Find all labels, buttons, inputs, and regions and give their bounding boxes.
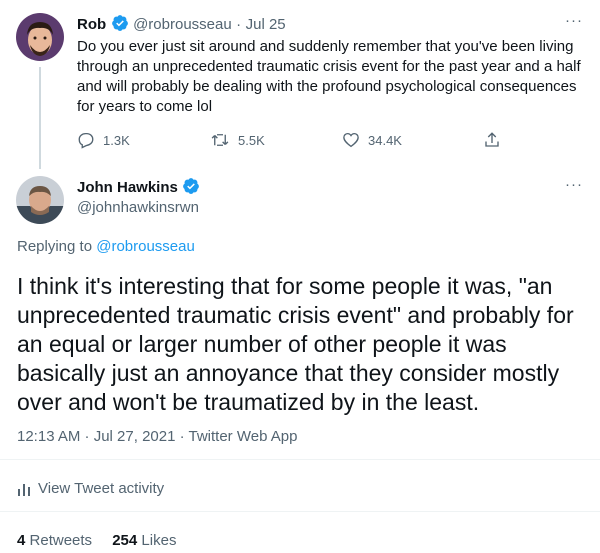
thread-connector <box>39 67 41 169</box>
reply-icon <box>78 132 94 149</box>
retweet-count: 5.5K <box>238 132 265 148</box>
more-options-icon[interactable]: ··· <box>565 12 583 29</box>
reply-count: 1.3K <box>103 132 130 148</box>
parent-tweet[interactable]: Rob @robrousseau · Jul 25 ··· Do you eve… <box>0 0 600 160</box>
tweet-text: Do you ever just sit around and suddenly… <box>77 37 587 117</box>
heart-icon <box>343 132 359 148</box>
tweet-text-line: I think it's interesting that for some p… <box>17 273 553 299</box>
view-tweet-activity-label: View Tweet activity <box>38 480 165 497</box>
tweet-timestamp[interactable]: 12:13 AM · Jul 27, 2021 · Twitter Web Ap… <box>17 428 297 445</box>
main-tweet: John Hawkins @johnhawkinsrwn ··· Replyin… <box>0 160 600 553</box>
retweets-stat[interactable]: 4 Retweets <box>17 532 96 549</box>
tweet-text-line: over and won't be traumatized by in the … <box>17 389 480 415</box>
author-name[interactable]: Rob <box>77 16 106 33</box>
tweet-text-line: Do you ever just sit around and suddenly… <box>77 38 574 55</box>
retweet-button[interactable]: 5.5K <box>210 131 265 149</box>
author-handle[interactable]: @johnhawkinsrwn <box>77 199 199 216</box>
dot-separator: · <box>236 16 242 33</box>
tweet-text-line: for years to come lol <box>77 98 213 115</box>
reply-button[interactable]: 1.3K <box>77 131 130 149</box>
likes-count: 254 <box>112 532 138 549</box>
tweet-text-line: basically just an annoyance that they co… <box>17 360 560 386</box>
avatar[interactable] <box>16 176 64 224</box>
tweet-text-line: an equal or larger number of other peopl… <box>17 331 507 357</box>
likes-stat[interactable]: 254 Likes <box>112 532 176 549</box>
analytics-icon <box>18 483 30 496</box>
replying-to-handle[interactable]: @robrousseau <box>96 238 195 255</box>
divider <box>0 511 600 512</box>
avatar[interactable] <box>16 13 64 61</box>
view-tweet-activity-button[interactable]: View Tweet activity <box>17 480 164 497</box>
author-name[interactable]: John Hawkins <box>77 179 178 196</box>
like-button[interactable]: 34.4K <box>342 131 402 149</box>
retweets-count: 4 <box>17 532 26 549</box>
like-count: 34.4K <box>368 132 402 148</box>
tweet-text-line: and will probably be dealing with the pr… <box>77 78 577 95</box>
tweet-text: I think it's interesting that for some p… <box>17 272 592 417</box>
divider <box>0 459 600 460</box>
verified-badge-icon <box>182 177 200 200</box>
retweets-label: Retweets <box>29 532 93 549</box>
replying-to: Replying to @robrousseau <box>17 238 195 255</box>
share-button[interactable] <box>483 130 501 150</box>
author-handle[interactable]: @robrousseau <box>133 16 232 33</box>
more-options-icon[interactable]: ··· <box>565 176 583 193</box>
replying-to-label: Replying to <box>17 238 93 255</box>
share-icon <box>485 132 499 147</box>
retweet-icon <box>211 134 229 146</box>
tweet-date[interactable]: Jul 25 <box>246 16 286 33</box>
tweet-text-line: through an unprecedented traumatic crisi… <box>77 58 581 75</box>
likes-label: Likes <box>141 532 177 549</box>
tweet-text-line: unprecedented traumatic crisis event" an… <box>17 302 574 328</box>
verified-badge-icon <box>111 14 129 37</box>
